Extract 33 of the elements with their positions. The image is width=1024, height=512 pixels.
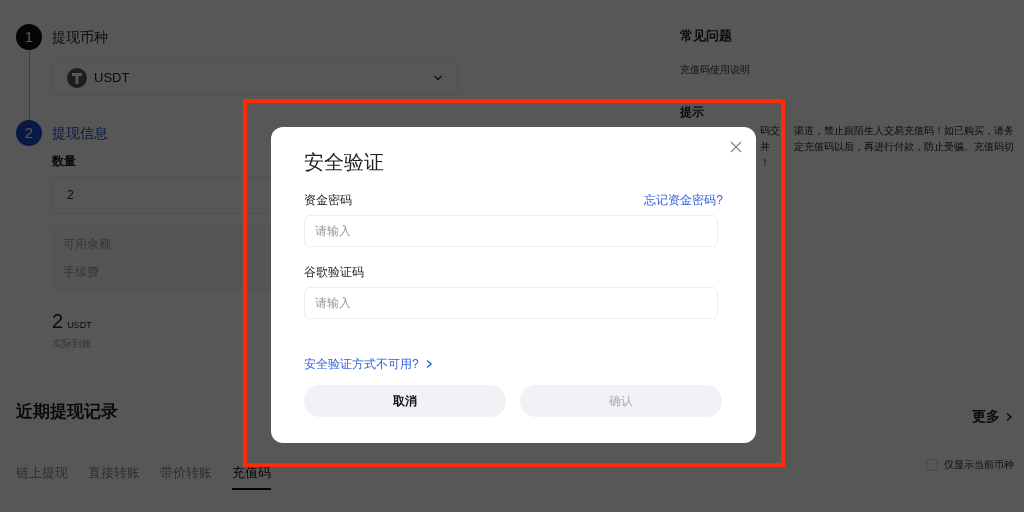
history-title: 近期提现记录 — [16, 401, 118, 423]
received-amount: 2 — [52, 309, 64, 334]
chevron-right-icon — [1004, 411, 1014, 422]
chevron-right-icon — [424, 359, 433, 369]
field-label: 资金密码 — [304, 192, 352, 209]
close-icon[interactable] — [730, 141, 742, 153]
step-title: 提现币种 — [52, 28, 109, 47]
received-unit: USDT — [67, 319, 92, 332]
cancel-button[interactable]: 取消 — [304, 385, 506, 417]
currency-value: USDT — [94, 69, 130, 88]
input-field[interactable]: 请输入 — [304, 215, 718, 247]
more-link[interactable]: 更多 — [972, 406, 1000, 427]
input-field[interactable]: 请输入 — [304, 287, 718, 319]
tip-text: ！ — [760, 156, 770, 168]
coin-icon — [67, 68, 87, 88]
dialog-title: 安全验证 — [304, 150, 385, 175]
faq-title: 常见问题 — [680, 27, 733, 45]
tip-text: 渠道，禁止跟陌生人交易充值码！如已购买，请务 — [794, 124, 1014, 137]
currency-select[interactable]: USDT — [52, 60, 458, 96]
tip-text: 码交 — [760, 124, 780, 136]
tip-text: 并 — [760, 140, 770, 152]
history-tab[interactable]: 充值码 — [232, 462, 271, 490]
forgot-password-link[interactable]: 忘记资金密码? — [644, 191, 723, 209]
alt-verify-link[interactable]: 安全验证方式不可用? — [304, 355, 419, 373]
field-label: 谷歌验证码 — [304, 264, 364, 281]
step-number: 2 — [16, 120, 42, 146]
tip-title: 提示 — [680, 103, 704, 121]
step-title: 提现信息 — [52, 124, 109, 143]
amount-label: 数量 — [52, 153, 76, 170]
step-number: 1 — [16, 24, 42, 50]
dropdown-icon — [433, 73, 443, 83]
filter-label: 仅显示当前币种 — [944, 458, 1014, 472]
tip-text: 定充值码以后，再进行付款，防止受骗。充值码切 — [794, 140, 1014, 153]
